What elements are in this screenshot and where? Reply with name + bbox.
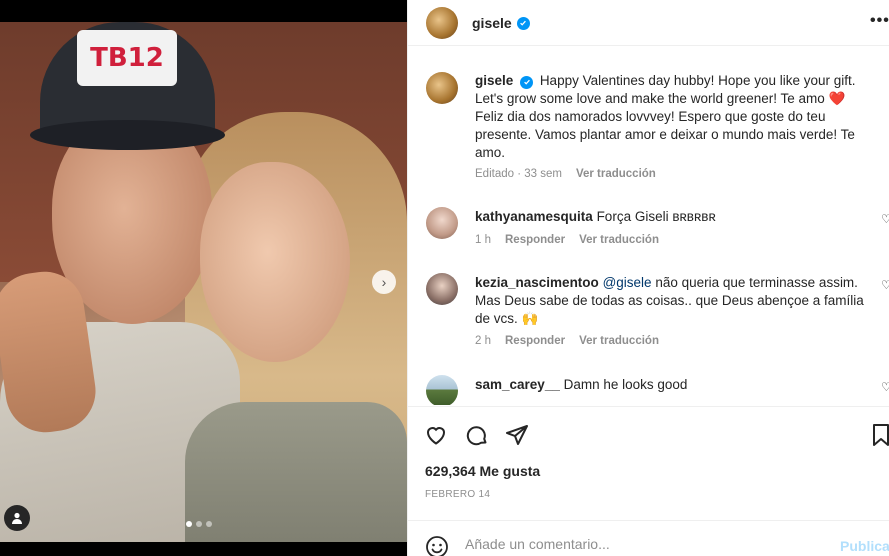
author-avatar[interactable] (426, 72, 458, 104)
emoji-icon[interactable] (425, 535, 449, 556)
verified-icon (520, 75, 534, 89)
save-button[interactable] (868, 422, 889, 448)
comment-username[interactable]: sam_carey__ (475, 377, 560, 392)
user-tag-icon (12, 512, 22, 524)
post-actions: 629,364 Me gusta FEBRERO 14 Publicar (408, 406, 889, 556)
carousel-indicator (186, 521, 212, 527)
heart-icon (426, 427, 446, 445)
translate-link[interactable]: Ver traducción (576, 168, 656, 180)
reply-link[interactable]: Responder (505, 234, 565, 246)
comment-username[interactable]: kezia_nascimentoo (475, 275, 599, 290)
comment-time: 1 h (475, 234, 491, 246)
verified-icon (516, 16, 530, 30)
reply-link[interactable]: Responder (505, 335, 565, 347)
carousel-dot (206, 521, 212, 527)
comment-text: Força Giseli ʙʀʙʀʙʀ (596, 209, 716, 224)
author-name-row: gisele (472, 15, 530, 31)
comment-input[interactable] (465, 536, 805, 552)
photo-cap-brim (30, 120, 225, 150)
more-options-icon[interactable]: ••• (870, 12, 889, 30)
publish-button[interactable]: Publicar (840, 538, 889, 554)
post-photo[interactable]: TB12 (0, 22, 407, 542)
commenter-avatar[interactable] (426, 375, 458, 405)
post-date: FEBRERO 14 (425, 489, 491, 500)
post-details-panel: gisele ••• gisele Happy Valentines day h… (407, 0, 889, 556)
caption-meta: Editado · 33 sem Ver traducción (475, 168, 656, 180)
comments-list: gisele Happy Valentines day hubby! Hope … (408, 55, 889, 405)
post-header: gisele ••• (408, 0, 889, 46)
author-avatar[interactable] (426, 7, 458, 39)
comment-meta: 2 h Responder Ver traducción (475, 335, 659, 347)
caption-edited: Editado · 33 sem (475, 168, 562, 180)
comment-body: kezia_nascimentoo @gisele não queria que… (475, 274, 870, 328)
author-username[interactable]: gisele (472, 15, 512, 31)
carousel-dot (186, 521, 192, 527)
translate-link[interactable]: Ver traducción (579, 234, 659, 246)
comment-time: 2 h (475, 335, 491, 347)
comment-like-heart-icon[interactable]: ♡ (881, 212, 889, 226)
photo-woman-face (200, 162, 350, 362)
comment-body: sam_carey__ Damn he looks good (475, 376, 870, 394)
comment-body: kathyanamesquita Força Giseli ʙʀʙʀʙʀ (475, 208, 870, 226)
comment-button[interactable] (464, 422, 490, 448)
comment-like-heart-icon[interactable]: ♡ (881, 380, 889, 394)
carousel-next-button[interactable]: › (372, 270, 396, 294)
caption-body: gisele Happy Valentines day hubby! Hope … (475, 72, 870, 162)
commenter-avatar[interactable] (426, 207, 458, 239)
carousel-dot (196, 521, 202, 527)
share-icon (506, 425, 528, 445)
add-comment-bar: Publicar (408, 520, 889, 556)
photo-cap-logo: TB12 (77, 30, 177, 86)
photo-woman-shirt (185, 402, 407, 542)
share-button[interactable] (504, 422, 530, 448)
post-media: TB12 › (0, 0, 407, 556)
comment-text: Damn he looks good (563, 377, 688, 392)
translate-link[interactable]: Ver traducción (579, 335, 659, 347)
caption-username[interactable]: gisele (475, 73, 513, 88)
user-tag-button[interactable] (4, 505, 30, 531)
comment-icon (466, 426, 487, 446)
like-button[interactable] (423, 422, 449, 448)
likes-count[interactable]: 629,364 Me gusta (425, 463, 540, 479)
bookmark-icon (873, 424, 889, 446)
comment-like-heart-icon[interactable]: ♡ (881, 278, 889, 292)
chevron-right-icon: › (381, 274, 387, 290)
caption-text: Happy Valentines day hubby! Hope you lik… (475, 73, 856, 160)
commenter-avatar[interactable] (426, 273, 458, 305)
comment-meta: 1 h Responder Ver traducción (475, 234, 659, 246)
comment-mention[interactable]: @gisele (603, 275, 652, 290)
comment-username[interactable]: kathyanamesquita (475, 209, 593, 224)
